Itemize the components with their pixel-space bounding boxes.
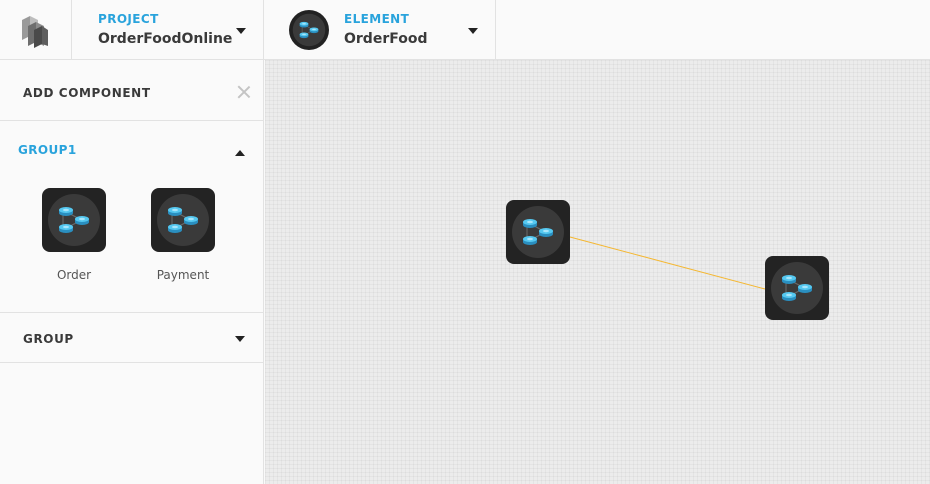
element-label: ELEMENT xyxy=(344,12,410,26)
database-cluster-icon xyxy=(47,193,101,247)
group-header-group1[interactable]: GROUP1 xyxy=(18,143,77,157)
chevron-down-icon[interactable] xyxy=(236,28,246,34)
database-cluster-icon xyxy=(156,193,210,247)
database-cluster-icon xyxy=(511,205,565,259)
element-avatar xyxy=(289,10,329,50)
close-icon[interactable] xyxy=(236,84,252,100)
project-name: OrderFoodOnline xyxy=(98,31,233,47)
component-label-order: Order xyxy=(56,268,92,282)
canvas-node-1[interactable] xyxy=(506,200,570,264)
component-label-payment: Payment xyxy=(156,268,210,282)
group-header-group: GROUP xyxy=(23,332,74,346)
component-payment[interactable] xyxy=(151,188,215,252)
database-cluster-icon xyxy=(770,261,824,315)
component-order[interactable] xyxy=(42,188,106,252)
stacked-cubes-logo-icon xyxy=(22,16,48,48)
chevron-down-icon[interactable] xyxy=(235,336,245,342)
component-group-group[interactable]: GROUP xyxy=(0,313,264,363)
element-name: OrderFood xyxy=(344,31,428,47)
project-label: PROJECT xyxy=(98,12,159,26)
chevron-up-icon[interactable] xyxy=(235,150,245,156)
top-bar: PROJECT OrderFoodOnline ELEMENT OrderFoo… xyxy=(0,0,930,60)
design-canvas[interactable] xyxy=(265,60,930,484)
database-cluster-icon xyxy=(292,13,326,47)
project-selector[interactable]: PROJECT OrderFoodOnline xyxy=(72,0,264,60)
component-sidebar: ADD COMPONENT GROUP1 Order Payment GROUP xyxy=(0,60,264,484)
connection-link xyxy=(569,236,766,290)
sidebar-header: ADD COMPONENT xyxy=(0,60,264,121)
connection-layer xyxy=(569,236,766,290)
element-selector[interactable]: ELEMENT OrderFood xyxy=(264,0,496,60)
component-group-group1: GROUP1 Order Payment xyxy=(0,121,264,313)
chevron-down-icon[interactable] xyxy=(468,28,478,34)
sidebar-title: ADD COMPONENT xyxy=(23,86,151,100)
canvas-node-2[interactable] xyxy=(765,256,829,320)
app-logo[interactable] xyxy=(0,0,72,60)
